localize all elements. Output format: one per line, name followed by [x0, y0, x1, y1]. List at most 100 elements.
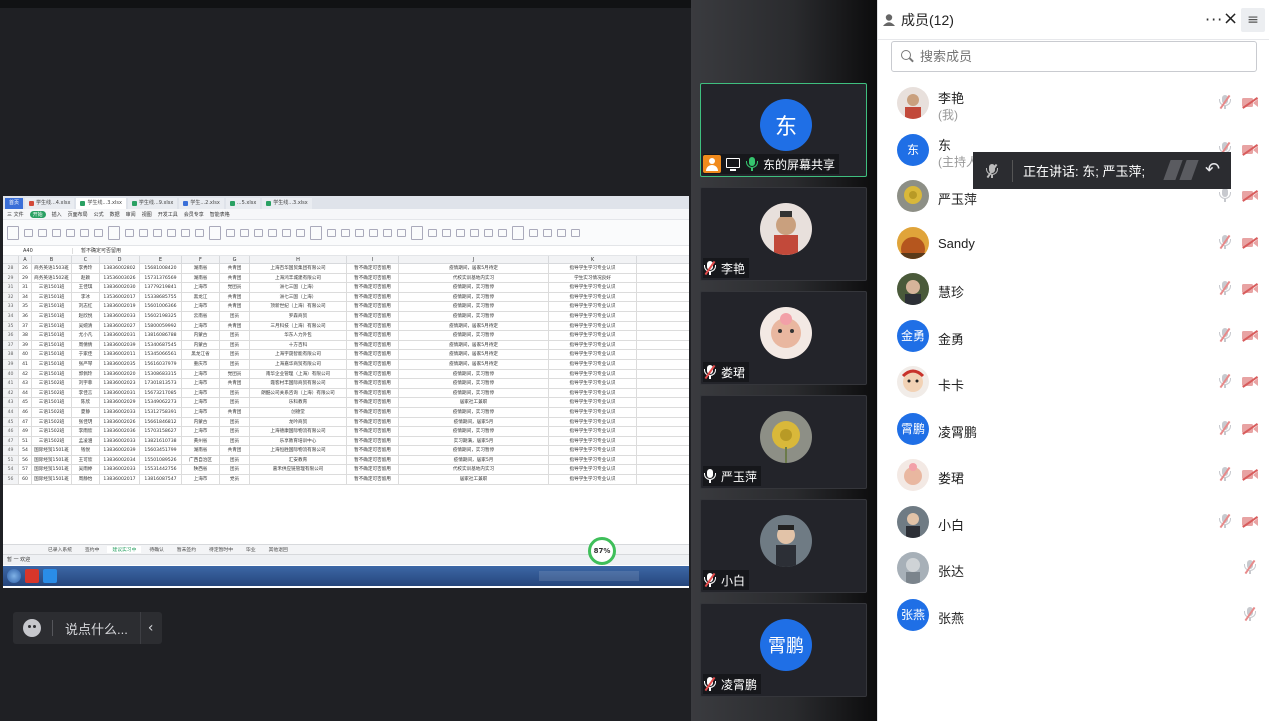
- table-cell[interactable]: 龙吟商贸: [250, 417, 347, 427]
- table-cell[interactable]: 指导学生学习专业认识: [549, 292, 637, 302]
- member-row[interactable]: 慧珍: [878, 266, 1269, 312]
- table-cell[interactable]: 13836002039: [100, 340, 140, 350]
- table-cell[interactable]: 李秀玲: [72, 264, 100, 273]
- table-cell[interactable]: 15603451799: [140, 446, 182, 455]
- table-cell[interactable]: 51: [19, 436, 32, 446]
- table-cell[interactable]: 疫情期间，居家5月待定: [399, 340, 549, 350]
- table-cell[interactable]: 指导学生学习专业认识: [549, 446, 637, 455]
- table-cell[interactable]: 13816087547: [140, 475, 182, 484]
- table-cell[interactable]: 南华企业管理（上海）有限公司: [250, 369, 347, 379]
- table-cell[interactable]: 13836002020: [100, 369, 140, 379]
- table-cell[interactable]: 暂不确定可否留用: [347, 311, 399, 321]
- table-cell[interactable]: 内蒙古: [182, 417, 220, 427]
- table-cell[interactable]: 罗森商贸: [250, 311, 347, 321]
- table-cell[interactable]: 15340687545: [140, 340, 182, 350]
- table-cell[interactable]: 内蒙古: [182, 331, 220, 340]
- microphone-muted-icon[interactable]: [1243, 606, 1256, 622]
- sheet-tab[interactable]: 待定暂时中: [204, 546, 238, 553]
- table-cell[interactable]: 三语1501班: [32, 398, 72, 407]
- table-cell[interactable]: 团员: [220, 455, 250, 465]
- table-cell[interactable]: 国际经贸1501班: [32, 446, 72, 455]
- table-cell[interactable]: 疫情期间，实习暂停: [399, 407, 549, 417]
- table-cell[interactable]: 疫情期间，实习暂停: [399, 379, 549, 388]
- table-cell[interactable]: 共青团: [220, 446, 250, 455]
- column-header[interactable]: G: [220, 256, 250, 263]
- microphone-muted-icon[interactable]: [1218, 466, 1231, 482]
- member-row[interactable]: 小白: [878, 499, 1269, 545]
- column-header[interactable]: J: [399, 256, 549, 263]
- row-number[interactable]: 56: [3, 475, 19, 484]
- sheet-tab[interactable]: 已录入系统: [43, 546, 77, 553]
- table-cell[interactable]: 疫情期间，实习暂停: [399, 388, 549, 398]
- camera-off-icon[interactable]: [1242, 143, 1258, 156]
- table-cell[interactable]: 13836002033: [100, 436, 140, 446]
- row-number[interactable]: 54: [3, 465, 19, 475]
- table-cell[interactable]: 34: [19, 292, 32, 302]
- table-cell[interactable]: 指导学生学习专业认识: [549, 379, 637, 388]
- table-cell[interactable]: 三语1501班: [32, 359, 72, 369]
- table-cell[interactable]: 暂不确定可否留用: [347, 321, 399, 331]
- table-cell[interactable]: 朗酷公司关系咨询（上海）有限公司: [250, 388, 347, 398]
- table-cell[interactable]: 于家佳: [72, 350, 100, 359]
- table-cell[interactable]: 13836002011: [100, 350, 140, 359]
- table-cell[interactable]: 13836002802: [100, 264, 140, 273]
- table-cell[interactable]: 陕西省: [182, 465, 220, 475]
- column-header[interactable]: H: [250, 256, 347, 263]
- table-cell[interactable]: 疫情期间，实习暂停: [399, 369, 549, 379]
- table-cell[interactable]: 13836002026: [100, 417, 140, 427]
- video-tile[interactable]: 严玉萍: [700, 395, 867, 489]
- table-cell[interactable]: 三语1501班: [32, 350, 72, 359]
- table-cell[interactable]: 三语1502班: [32, 417, 72, 427]
- table-cell[interactable]: 15308683315: [140, 369, 182, 379]
- table-cell[interactable]: 刘宇菲: [72, 379, 100, 388]
- table-cell[interactable]: 13836002027: [100, 321, 140, 331]
- table-cell[interactable]: 13536002017: [100, 292, 140, 302]
- menu-button[interactable]: ≡: [1241, 8, 1265, 32]
- table-cell[interactable]: 指导学生学习专业认识: [549, 436, 637, 446]
- table-cell[interactable]: 暂不确定可否留用: [347, 455, 399, 465]
- table-cell[interactable]: 张严琴: [72, 359, 100, 369]
- table-cell[interactable]: 霞客村丰国际商贸有限公司: [250, 379, 347, 388]
- table-cell[interactable]: 暂不确定可否留用: [347, 379, 399, 388]
- table-cell[interactable]: 上海市: [182, 379, 220, 388]
- table-cell[interactable]: 乐科教育: [250, 398, 347, 407]
- table-cell[interactable]: 三语1502班: [32, 407, 72, 417]
- table-cell[interactable]: 暂不确定可否留用: [347, 388, 399, 398]
- camera-off-icon[interactable]: [1242, 329, 1258, 342]
- table-cell[interactable]: 上海鸿丰城建有限公司: [250, 273, 347, 283]
- table-cell[interactable]: 团员: [220, 388, 250, 398]
- table-cell[interactable]: 15602198325: [140, 311, 182, 321]
- table-cell[interactable]: 上海德康国际物流有限公司: [250, 427, 347, 436]
- table-cell[interactable]: 疫情期间，实习暂停: [399, 311, 549, 321]
- table-cell[interactable]: 共青团: [220, 407, 250, 417]
- table-cell[interactable]: 暂不确定可否留用: [347, 369, 399, 379]
- table-cell[interactable]: 夏静: [72, 407, 100, 417]
- table-cell[interactable]: 15703158627: [140, 427, 182, 436]
- table-cell[interactable]: 29: [19, 273, 32, 283]
- column-header[interactable]: C: [72, 256, 100, 263]
- table-cell[interactable]: 13836002033: [100, 465, 140, 475]
- camera-off-icon[interactable]: [1242, 96, 1258, 109]
- table-cell[interactable]: 13836002023: [100, 379, 140, 388]
- table-cell[interactable]: 13536003026: [100, 273, 140, 283]
- microphone-muted-icon[interactable]: [1218, 513, 1231, 529]
- member-row[interactable]: 霄鹏 凌霄鹏: [878, 406, 1269, 452]
- table-cell[interactable]: 三语1502班: [32, 379, 72, 388]
- table-cell[interactable]: 团员: [220, 340, 250, 350]
- microphone-muted-icon[interactable]: [1218, 327, 1231, 343]
- table-cell[interactable]: 15661846812: [140, 417, 182, 427]
- table-cell[interactable]: 上海市: [182, 302, 220, 311]
- table-cell[interactable]: 三语1501班: [32, 340, 72, 350]
- video-tile[interactable]: 小白: [700, 499, 867, 593]
- member-row[interactable]: 张达: [878, 545, 1269, 591]
- member-row[interactable]: 金勇 金勇: [878, 313, 1269, 359]
- table-cell[interactable]: 十方百科: [250, 340, 347, 350]
- table-cell[interactable]: 周倩倩: [72, 340, 100, 350]
- table-cell[interactable]: 代校实训基地内实习: [399, 465, 549, 475]
- table-cell[interactable]: 40: [19, 350, 32, 359]
- row-number[interactable]: 40: [3, 369, 19, 379]
- table-cell[interactable]: 13836002035: [100, 359, 140, 369]
- table-cell[interactable]: 15800059992: [140, 321, 182, 331]
- table-cell[interactable]: 暂不确定可否留用: [347, 465, 399, 475]
- search-box[interactable]: [891, 41, 1257, 72]
